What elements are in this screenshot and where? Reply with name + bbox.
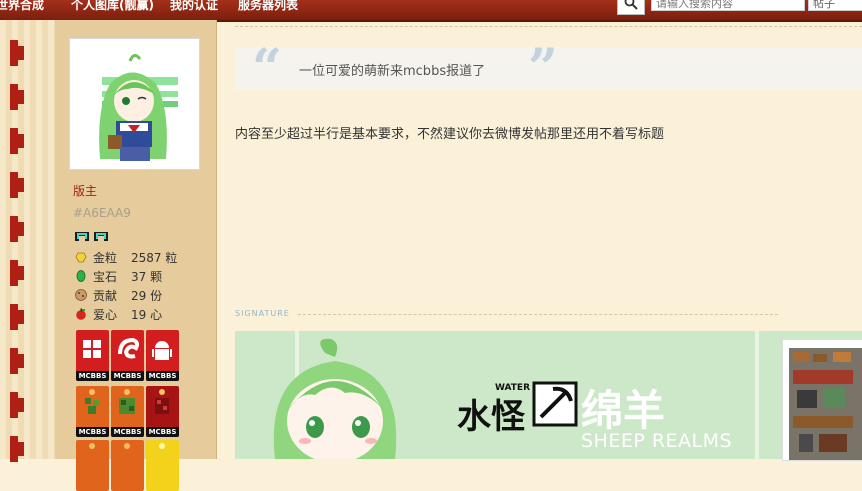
user-uid: #A6EAA9 <box>73 206 131 220</box>
mcbbs-badge-row3-2[interactable] <box>111 440 144 491</box>
mcbbs-swirl-badge[interactable]: MCBBS <box>111 330 144 381</box>
mcbbs-windows-badge[interactable]: MCBBS <box>76 330 109 381</box>
mcbbs-badge-row3-3[interactable] <box>146 440 179 491</box>
nav-item-server-list[interactable]: 服务器列表 <box>238 0 298 13</box>
post-body-text: 内容至少超过半行是基本要求，不然建议你去微博发帖那里还用不着写标题 <box>235 127 665 142</box>
mcbbs-plant-badge[interactable]: MCBBS <box>76 386 109 437</box>
gold-nugget-icon <box>75 251 87 263</box>
close-quote-icon: ” <box>528 38 558 99</box>
post-divider <box>235 26 862 27</box>
mcbbs-leaves-badge[interactable]: MCBBS <box>111 386 144 437</box>
profile-sidebar: 版主 #A6EAA9 金粒 2587 粒 宝石 37 颗 贡献 29 份 爱心 … <box>55 20 217 491</box>
diamond-helmet-icon <box>93 227 109 243</box>
mcbbs-netherwart-badge[interactable]: MCBBS <box>146 386 179 437</box>
signature-minecraft-photo[interactable] <box>782 339 862 461</box>
signature-title-left: 水怪 <box>457 397 525 437</box>
search-type-select[interactable]: 帖子 <box>808 0 862 11</box>
search-icon <box>624 0 638 10</box>
mcbbs-badge-row3-1[interactable] <box>76 440 109 491</box>
mcbbs-android-badge[interactable]: MCBBS <box>146 330 179 381</box>
nav-item-certification[interactable]: 我的认证 <box>170 0 218 13</box>
cookie-icon <box>75 289 87 301</box>
avatar[interactable] <box>69 38 200 170</box>
signature-title-right: 绵羊 <box>581 386 666 435</box>
open-quote-icon: “ <box>252 38 282 99</box>
search-input[interactable]: 请输入搜索内容 <box>651 0 805 11</box>
nav-item-gallery[interactable]: 个人图库(靓赢) <box>71 0 154 13</box>
user-role: 版主 <box>73 184 98 198</box>
signature-divider <box>298 314 778 315</box>
left-decorative-border <box>0 20 55 462</box>
search-button[interactable] <box>617 0 645 15</box>
apple-icon <box>75 308 87 320</box>
signature-label: SIGNATURE <box>235 309 290 318</box>
signature-banner[interactable]: WATER 水怪 绵羊 SHEEP REALMS <box>235 331 862 459</box>
diamond-helmet-icon <box>74 227 90 243</box>
emerald-icon <box>75 270 87 282</box>
signature-subtitle: SHEEP REALMS <box>581 430 733 452</box>
quote-text: 一位可爱的萌新来mcbbs报道了 <box>299 64 486 79</box>
nav-item-world[interactable]: 世界合成 <box>0 0 44 13</box>
top-nav-bar: 世界合成 个人图库(靓赢) 我的认证 服务器列表 请输入搜索内容 帖子 <box>0 0 862 22</box>
